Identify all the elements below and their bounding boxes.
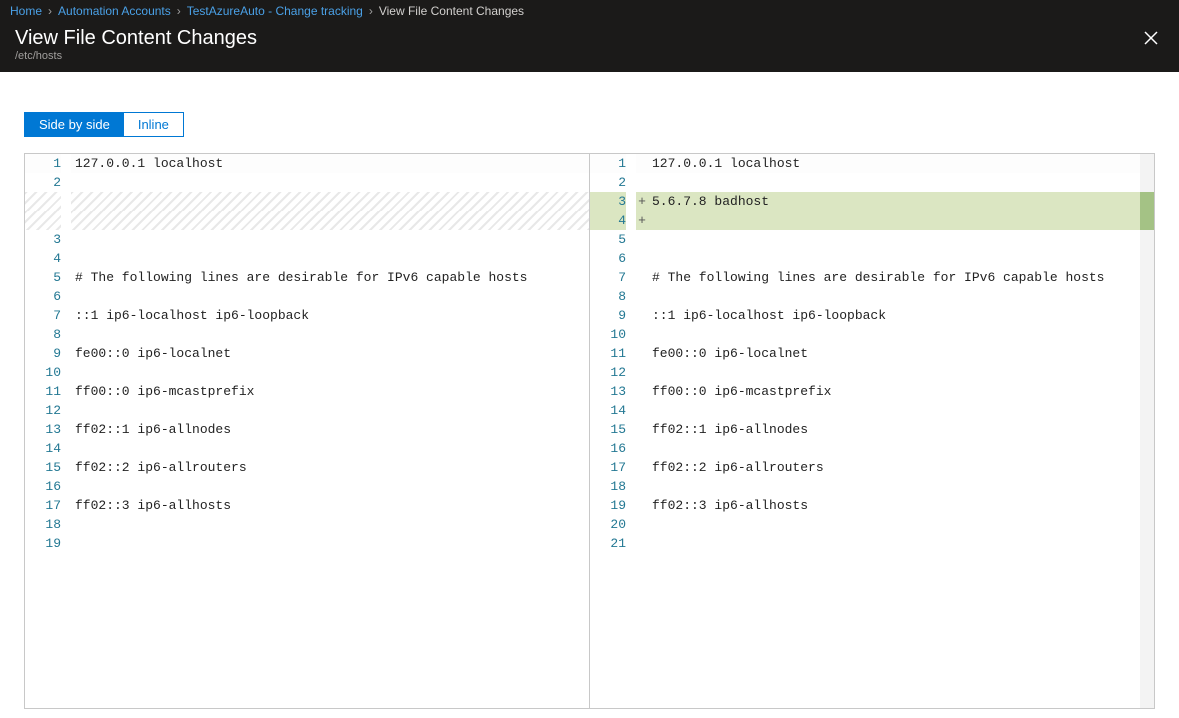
diff-code-left: 127.0.0.1 localhost# The following lines… xyxy=(71,154,589,708)
overview-ruler[interactable] xyxy=(1140,154,1154,708)
line-number-gutter: 12345678910111213141516171819 xyxy=(25,154,71,708)
diff-pane-left: 12345678910111213141516171819 127.0.0.1 … xyxy=(25,154,589,708)
page-title: View File Content Changes xyxy=(15,27,257,50)
chevron-right-icon: › xyxy=(48,4,52,18)
chevron-right-icon: › xyxy=(369,4,373,18)
diff-viewer[interactable]: 12345678910111213141516171819 127.0.0.1 … xyxy=(24,153,1155,709)
diff-code-right: 127.0.0.1 localhost5.6.7.8 badhost# The … xyxy=(648,154,1140,708)
tab-inline[interactable]: Inline xyxy=(124,113,183,136)
close-button[interactable] xyxy=(1138,27,1164,53)
close-icon xyxy=(1144,31,1158,45)
page-subtitle: /etc/hosts xyxy=(15,50,257,62)
change-mark xyxy=(1140,192,1154,230)
diff-sign-column: ++ xyxy=(636,154,648,708)
content-area: Side by side Inline 12345678910111213141… xyxy=(0,72,1179,718)
breadcrumb: Home › Automation Accounts › TestAzureAu… xyxy=(0,0,1179,21)
chevron-right-icon: › xyxy=(177,4,181,18)
view-mode-toggle: Side by side Inline xyxy=(24,112,184,137)
diff-pane-right: 123456789101112131415161718192021 ++ 127… xyxy=(589,154,1154,708)
breadcrumb-current: View File Content Changes xyxy=(379,4,524,18)
page-header: View File Content Changes /etc/hosts xyxy=(0,21,1179,72)
breadcrumb-link-home[interactable]: Home xyxy=(10,4,42,18)
line-number-gutter: 123456789101112131415161718192021 xyxy=(590,154,636,708)
tab-side-by-side[interactable]: Side by side xyxy=(25,113,124,136)
breadcrumb-link-change-tracking[interactable]: TestAzureAuto - Change tracking xyxy=(187,4,363,18)
breadcrumb-link-automation-accounts[interactable]: Automation Accounts xyxy=(58,4,171,18)
